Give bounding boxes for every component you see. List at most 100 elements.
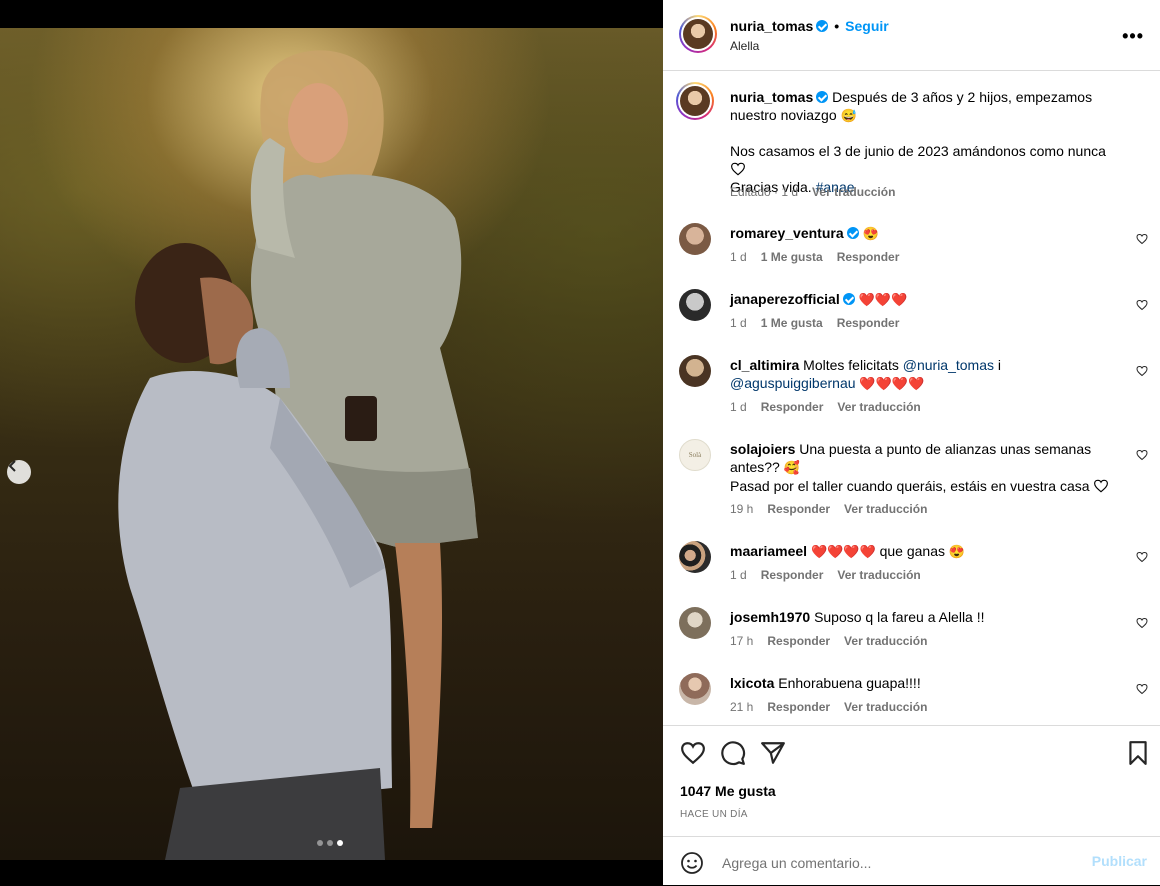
comment-emoji: ❤️❤️❤️❤️ — [810, 544, 876, 559]
author-username[interactable]: nuria_tomas — [730, 18, 813, 34]
comment-input[interactable] — [720, 849, 1064, 877]
follow-button[interactable]: Seguir — [845, 18, 889, 34]
comment-body: Enhorabuena guapa!!!! — [778, 675, 921, 691]
commenter-avatar[interactable] — [679, 607, 711, 639]
commenter-avatar[interactable]: Solà — [679, 439, 711, 471]
photo-illustration — [118, 50, 478, 860]
comment-time: 19 h — [730, 502, 754, 516]
comment-time: 1 d — [730, 568, 747, 582]
comment-emoji: 😍 — [948, 544, 966, 559]
carousel-dot — [327, 840, 333, 846]
comment-bubble-icon[interactable] — [720, 740, 746, 766]
reply-link[interactable]: Responder — [837, 316, 900, 330]
header-user-line: nuria_tomas • Seguir — [730, 18, 889, 34]
carousel-indicator — [317, 840, 343, 846]
caption-meta: Editado · 1 d Ver traducción — [730, 185, 909, 199]
comment-username[interactable]: maariameel — [730, 543, 807, 559]
comment-mention[interactable]: @nuria_tomas — [903, 357, 994, 373]
comment-username[interactable]: lxicota — [730, 675, 774, 691]
comment-mention[interactable]: @aguspuiggibernau — [730, 375, 856, 391]
comment-meta: 21 h Responder Ver traducción — [730, 700, 941, 714]
comment-text: romarey_ventura 😍 — [730, 224, 1120, 243]
carousel-prev-button[interactable] — [7, 460, 31, 484]
post-photo[interactable] — [0, 28, 663, 860]
comment-like-icon[interactable] — [1136, 617, 1148, 629]
comment-composer: Publicar — [663, 836, 1160, 886]
comment-time: 1 d — [730, 250, 747, 264]
translate-link[interactable]: Ver traducción — [837, 568, 920, 582]
comment-like-icon[interactable] — [1136, 449, 1148, 461]
comment-like-icon[interactable] — [1136, 551, 1148, 563]
comment-username[interactable]: janaperezofficial — [730, 291, 840, 307]
comment-username[interactable]: solajoiers — [730, 441, 795, 457]
comment-text: lxicota Enhorabuena guapa!!!! — [730, 674, 1120, 692]
comment-like-icon[interactable] — [1136, 233, 1148, 245]
emoji-picker-icon[interactable] — [680, 851, 704, 875]
reply-link[interactable]: Responder — [761, 400, 824, 414]
reply-link[interactable]: Responder — [761, 568, 824, 582]
comment-text: cl_altimira Moltes felicitats @nuria_tom… — [730, 356, 1120, 393]
comment-body-2: Pasad por el taller cuando queráis, está… — [730, 478, 1090, 494]
save-bookmark-icon[interactable] — [1125, 740, 1151, 766]
more-options-icon[interactable]: ••• — [1122, 26, 1144, 47]
comment-meta: 17 h Responder Ver traducción — [730, 634, 941, 648]
comment-meta: 1 d 1 Me gusta Responder — [730, 250, 913, 264]
reply-link[interactable]: Responder — [837, 250, 900, 264]
heart-outline-icon — [1094, 479, 1109, 493]
comment-emoji: ❤️❤️❤️ — [858, 292, 908, 307]
comment-time: 21 h — [730, 700, 754, 714]
comment-emoji: ❤️❤️❤️❤️ — [859, 376, 925, 391]
comment-body: Suposo q la fareu a Alella !! — [814, 609, 985, 625]
reply-link[interactable]: Responder — [767, 502, 830, 516]
translate-link[interactable]: Ver traducción — [844, 502, 927, 516]
comment-likes[interactable]: 1 Me gusta — [761, 316, 823, 330]
comment-emoji: 😍 — [862, 226, 879, 241]
share-send-icon[interactable] — [760, 740, 786, 766]
comment-like-icon[interactable] — [1136, 683, 1148, 695]
reply-link[interactable]: Responder — [767, 634, 830, 648]
post-media-pane — [0, 0, 663, 885]
like-heart-icon[interactable] — [680, 740, 706, 766]
caption-text: nuria_tomas Después de 3 años y 2 hijos,… — [730, 88, 1120, 125]
comment-username[interactable]: romarey_ventura — [730, 225, 844, 241]
publish-button[interactable]: Publicar — [1092, 853, 1147, 869]
commenter-avatar[interactable] — [679, 289, 711, 321]
comment-text: maariameel ❤️❤️❤️❤️ que ganas 😍 — [730, 542, 1120, 561]
post-location[interactable]: Alella — [730, 39, 759, 53]
comment-like-icon[interactable] — [1136, 299, 1148, 311]
verified-icon — [846, 227, 859, 239]
translate-link[interactable]: Ver traducción — [844, 634, 927, 648]
comment-time: 1 d — [730, 316, 747, 330]
comment-time: 17 h — [730, 634, 754, 648]
translate-link[interactable]: Ver traducción — [837, 400, 920, 414]
author-avatar[interactable] — [679, 15, 717, 53]
comment-text: solajoiers Una puesta a punto de alianza… — [730, 440, 1120, 495]
caption-username[interactable]: nuria_tomas — [730, 89, 813, 105]
commenter-avatar[interactable] — [679, 355, 711, 387]
post-timestamp: HACE UN DÍA — [680, 809, 748, 820]
comment-username[interactable]: cl_altimira — [730, 357, 799, 373]
likes-count[interactable]: 1047 Me gusta — [680, 783, 776, 799]
commenter-avatar[interactable] — [679, 223, 711, 255]
comment-username[interactable]: josemh1970 — [730, 609, 810, 625]
chevron-left-icon — [8, 460, 16, 472]
reply-link[interactable]: Responder — [767, 700, 830, 714]
comment-likes[interactable]: 1 Me gusta — [761, 250, 823, 264]
comments-list[interactable]: nuria_tomas Después de 3 años y 2 hijos,… — [663, 71, 1160, 725]
grin-emoji-icon: 😅 — [840, 108, 857, 123]
caption-line2: Nos casamos el 3 de junio de 2023 amándo… — [730, 143, 1106, 159]
caption-translate-link[interactable]: Ver traducción — [812, 185, 895, 199]
comment-meta: 1 d 1 Me gusta Responder — [730, 316, 913, 330]
commenter-avatar[interactable] — [679, 673, 711, 705]
post-header: nuria_tomas • Seguir Alella ••• — [663, 0, 1160, 71]
comment-meta: 1 d Responder Ver traducción — [730, 400, 935, 414]
comment-text: josemh1970 Suposo q la fareu a Alella !! — [730, 608, 1120, 626]
translate-link[interactable]: Ver traducción — [844, 700, 927, 714]
caption-avatar[interactable] — [676, 82, 714, 120]
heart-outline-icon — [731, 162, 745, 176]
commenter-avatar[interactable] — [679, 541, 711, 573]
comment-meta: 1 d Responder Ver traducción — [730, 568, 935, 582]
carousel-dot-active — [337, 840, 343, 846]
comment-like-icon[interactable] — [1136, 365, 1148, 377]
comment-body: Moltes felicitats — [803, 357, 899, 373]
